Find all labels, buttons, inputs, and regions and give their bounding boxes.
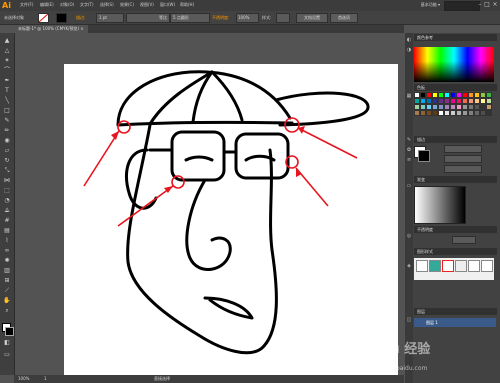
left-eye (184, 155, 214, 162)
cap-panel-line (210, 70, 244, 122)
stroke-field-2[interactable] (444, 155, 482, 163)
graphic-style-swatch[interactable] (468, 260, 480, 272)
annotation-arrow (83, 130, 120, 187)
nose (185, 178, 232, 271)
layer-row[interactable]: 图层 1 (414, 318, 496, 327)
zoom-level[interactable]: 100% (18, 375, 29, 383)
graphic-styles-header[interactable]: 图形样式 (414, 248, 497, 255)
layers-panel-header[interactable]: 图层 (414, 308, 497, 315)
stroke-panel-icon[interactable]: ≡ (406, 157, 412, 163)
opacity-panel-field[interactable] (452, 236, 476, 244)
watermark-url: jingyan.baidu.com (372, 365, 428, 372)
graphic-style-swatch[interactable] (429, 260, 441, 272)
current-tool-name: 直接选择 (154, 376, 170, 381)
cap-crown (116, 70, 292, 127)
gradient-panel-icon[interactable]: ▭ (406, 183, 412, 189)
color-spectrum[interactable] (414, 47, 494, 82)
cap-panel-line (148, 70, 214, 126)
arrow-head (111, 131, 119, 140)
brushes-panel-icon[interactable]: ✎ (406, 137, 412, 143)
color-panel-header[interactable]: 颜色参考 (414, 34, 497, 41)
status-bar: 100% 1 直接选择 (14, 375, 404, 383)
cap-brim (274, 91, 370, 127)
graphic-styles-list (414, 258, 494, 280)
stroke-field-1[interactable] (444, 145, 482, 153)
mouth (203, 296, 254, 320)
graphic-style-swatch[interactable] (455, 260, 467, 272)
page-number[interactable]: 1 (44, 375, 47, 383)
symbols-panel-icon[interactable]: ✿ (406, 147, 412, 153)
swatches-panel-icon[interactable]: ▦ (406, 93, 412, 99)
annotation-circle (117, 120, 131, 134)
cap-panel-line (191, 70, 214, 124)
gradient-panel-header[interactable]: 渐变 (414, 176, 497, 183)
color-guide-icon[interactable]: ◑ (406, 47, 412, 53)
layers-panel-icon[interactable]: ◫ (406, 317, 412, 323)
appearance-panel-icon[interactable]: ◈ (406, 263, 412, 269)
graphic-style-swatch[interactable] (442, 260, 454, 272)
graphic-style-swatch[interactable] (481, 260, 493, 272)
stroke-preview-black[interactable] (418, 150, 430, 162)
graphic-style-swatch[interactable] (416, 260, 428, 272)
annotation-arrow (117, 185, 174, 227)
opacity-panel-header[interactable]: 不透明度 (414, 226, 497, 233)
panel-icon-strip: ◐ ◑ ▦ ✎ ✿ ≡ ▭ ◎ ◈ ◫ (405, 33, 413, 383)
swatches-grid (414, 92, 496, 130)
swatches-panel-header[interactable]: 色板 (414, 84, 497, 91)
cap-band (116, 120, 294, 127)
transparency-panel-icon[interactable]: ◎ (406, 233, 412, 239)
annotation-arrow (297, 127, 358, 159)
gradient-preview[interactable] (414, 186, 466, 224)
stroke-field-3[interactable] (444, 165, 482, 173)
color-panel-icon[interactable]: ◐ (406, 37, 412, 43)
stroke-panel-header[interactable]: 描边 (414, 136, 497, 143)
baidu-watermark: Baidu 经验 (358, 342, 431, 357)
face-outline (126, 123, 278, 355)
ear (125, 148, 158, 210)
color-swatch[interactable] (486, 110, 492, 116)
layer-name[interactable]: 图层 1 (414, 320, 438, 325)
arrow-head (296, 168, 302, 177)
